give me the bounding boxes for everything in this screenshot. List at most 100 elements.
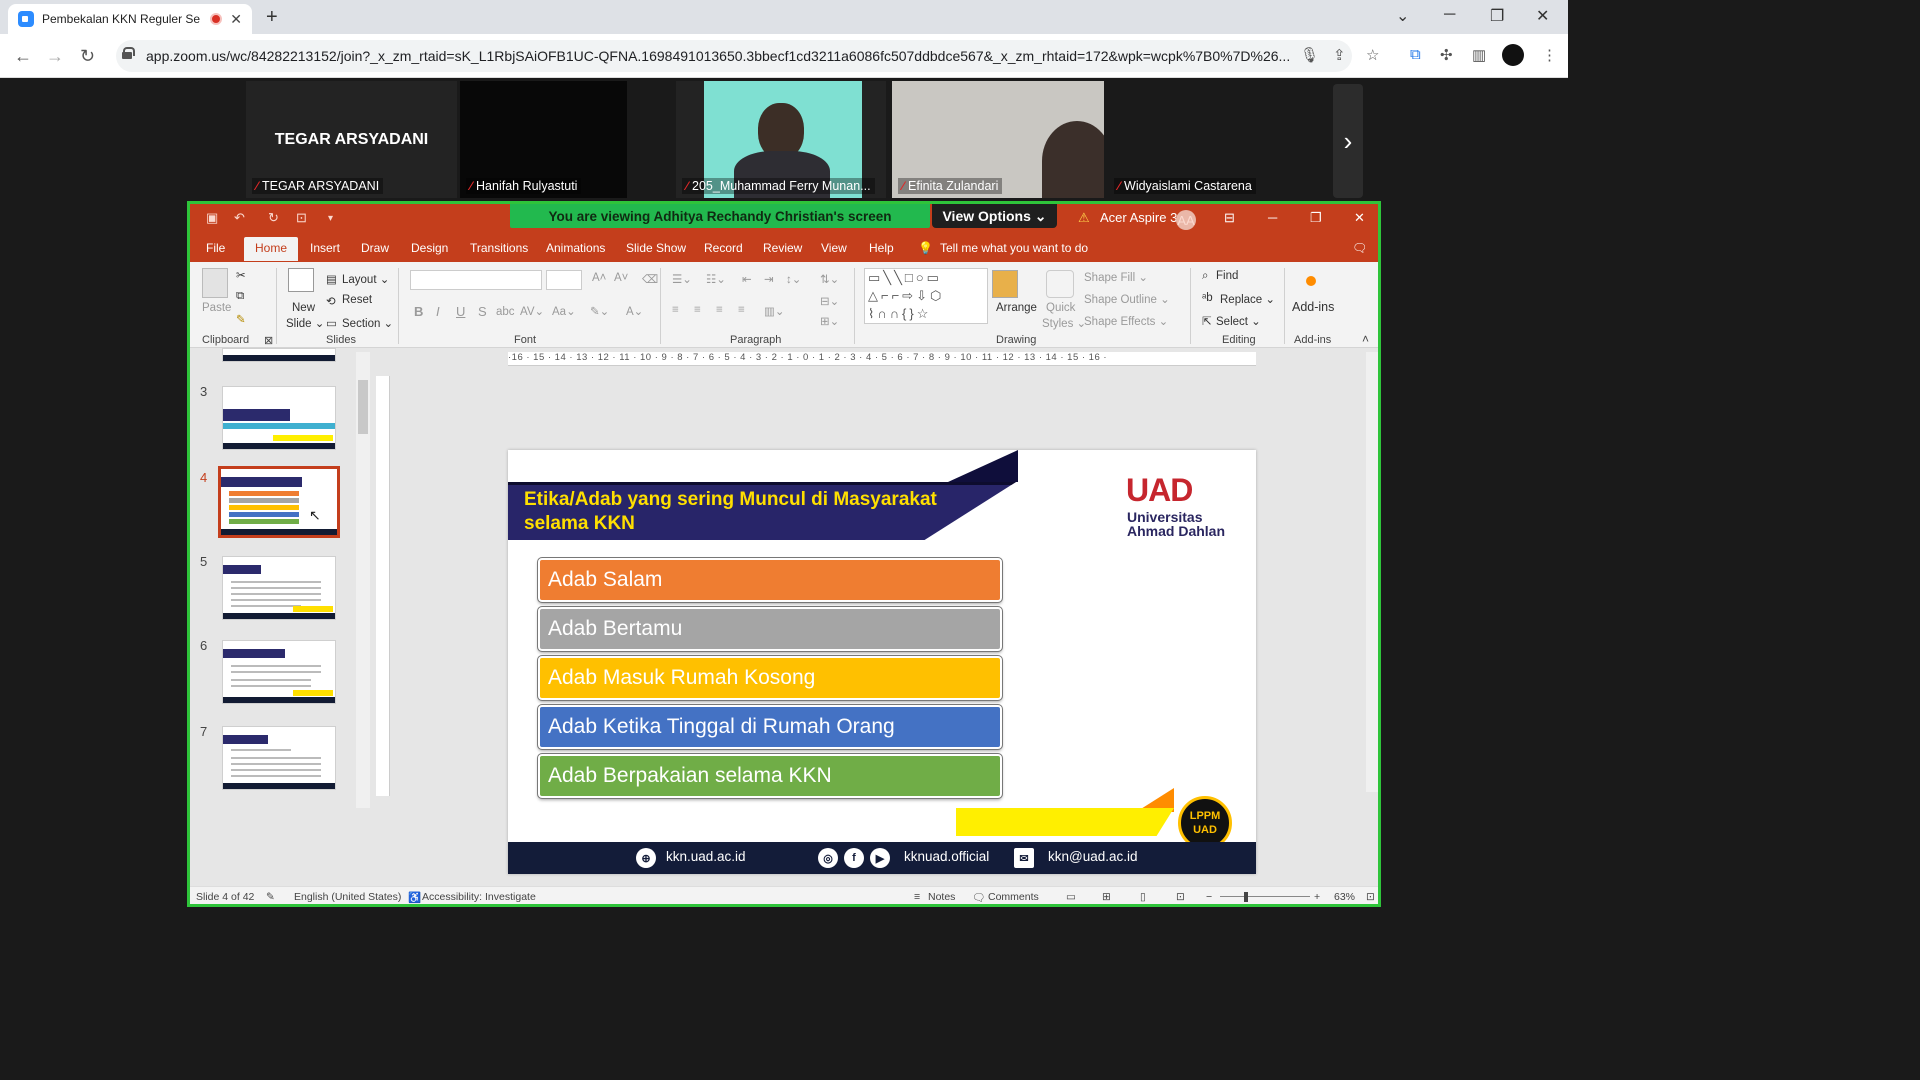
window-close-button[interactable]: ✕ xyxy=(1536,6,1549,26)
align-right-icon[interactable]: ≡ xyxy=(716,304,723,316)
extension-icon[interactable]: ⧉ xyxy=(1410,46,1421,63)
tab-file[interactable]: File xyxy=(206,241,225,255)
slide-canvas[interactable]: Etika/Adab yang sering Muncul di Masyara… xyxy=(508,450,1256,874)
extensions-puzzle-icon[interactable]: ✣ xyxy=(1440,46,1453,64)
participant-tile[interactable]: ⁄ Hanifah Rulyastuti xyxy=(460,81,627,198)
language-status[interactable]: English (United States) xyxy=(294,891,401,903)
align-text-icon[interactable]: ⊟⌄ xyxy=(820,294,839,308)
list-item[interactable]: Adab Ketika Tinggal di Rumah Orang xyxy=(537,704,1003,750)
comments-button[interactable]: Comments xyxy=(988,891,1039,903)
list-item[interactable]: Adab Bertamu xyxy=(537,606,1003,652)
reading-view-icon[interactable]: ▯ xyxy=(1140,891,1146,903)
ribbon-display-icon[interactable]: ⊟ xyxy=(1224,210,1235,226)
quick-styles-icon[interactable] xyxy=(1046,270,1074,298)
font-color-icon[interactable]: A⌄ xyxy=(626,304,643,318)
smartart-icon[interactable]: ⊞⌄ xyxy=(820,314,839,328)
italic-icon[interactable]: I xyxy=(436,304,440,319)
addins-button[interactable]: Add-ins xyxy=(1292,300,1334,314)
tab-design[interactable]: Design xyxy=(411,241,448,255)
select-button[interactable]: Select ⌄ xyxy=(1216,314,1261,328)
increase-indent-icon[interactable]: ⇥ xyxy=(764,272,774,286)
decrease-indent-icon[interactable]: ⇤ xyxy=(742,272,752,286)
addins-icon[interactable] xyxy=(1306,276,1316,286)
strikethrough-icon[interactable]: abc xyxy=(496,306,515,318)
zoom-in-button[interactable]: + xyxy=(1314,891,1320,903)
account-avatar[interactable]: AA xyxy=(1176,210,1196,230)
font-size-box[interactable] xyxy=(546,270,582,290)
arrange-button[interactable]: Arrange xyxy=(996,302,1037,314)
format-painter-icon[interactable]: ✎ xyxy=(236,312,246,326)
list-item[interactable]: Adab Masuk Rumah Kosong xyxy=(537,655,1003,701)
redo-icon[interactable]: ↻ xyxy=(268,210,279,226)
thumbnails-scrollbar[interactable] xyxy=(356,352,370,808)
shape-outline-button[interactable]: Shape Outline ⌄ xyxy=(1084,292,1170,306)
quick-styles-button[interactable]: Quick xyxy=(1046,302,1075,314)
paste-icon[interactable] xyxy=(202,268,228,298)
maximize-button[interactable]: ❐ xyxy=(1490,6,1504,26)
spellcheck-icon[interactable]: ✎ xyxy=(266,891,275,903)
slide-scrollbar[interactable] xyxy=(1366,352,1378,792)
shadow-icon[interactable]: S xyxy=(478,304,487,319)
shapes-gallery[interactable]: ▭╲╲□○▭ △⌐⌐⇨⇩⬡ ⌇∩∩{}☆ xyxy=(864,268,988,324)
reset-button[interactable]: Reset xyxy=(342,294,372,306)
normal-view-icon[interactable]: ▭ xyxy=(1066,891,1076,903)
quick-styles-dropdown[interactable]: Styles ⌄ xyxy=(1042,316,1086,330)
tab-help[interactable]: Help xyxy=(869,241,894,255)
paste-button[interactable]: Paste xyxy=(202,302,231,314)
tab-view[interactable]: View xyxy=(821,241,847,255)
profile-avatar[interactable] xyxy=(1502,44,1524,66)
present-icon[interactable]: ⊡ xyxy=(296,210,307,226)
view-options-button[interactable]: View Options ⌄ xyxy=(932,204,1057,228)
ppt-minimize-icon[interactable]: ─ xyxy=(1268,210,1277,225)
zoom-level[interactable]: 63% xyxy=(1334,891,1355,903)
grow-font-icon[interactable]: A˄ xyxy=(592,272,606,284)
undo-icon[interactable]: ↶ xyxy=(234,210,245,226)
new-tab-button[interactable]: + xyxy=(266,6,278,29)
align-left-icon[interactable]: ≡ xyxy=(672,304,679,316)
zoom-slider[interactable] xyxy=(1220,896,1310,897)
zoom-out-button[interactable]: − xyxy=(1206,891,1212,903)
tell-me-search[interactable]: Tell me what you want to do xyxy=(940,241,1088,255)
find-button[interactable]: Find xyxy=(1216,270,1238,282)
highlight-icon[interactable]: ✎⌄ xyxy=(590,304,609,318)
participant-tile[interactable]: ⁄ Efinita Zulandari xyxy=(892,81,1104,198)
share-icon[interactable]: ⇪ xyxy=(1333,46,1346,64)
comments-icon[interactable]: 🗨 xyxy=(1352,241,1367,255)
minimize-button[interactable]: ─ xyxy=(1444,6,1455,24)
slideshow-icon[interactable]: ⊡ xyxy=(1176,891,1185,903)
tab-insert[interactable]: Insert xyxy=(310,241,340,255)
slide-title[interactable]: Etika/Adab yang sering Muncul di Masyara… xyxy=(524,488,994,536)
shrink-font-icon[interactable]: A˅ xyxy=(614,272,628,284)
microphone-icon[interactable]: 🎙 xyxy=(1300,46,1319,64)
fit-slide-icon[interactable]: ⊡ xyxy=(1366,891,1375,903)
save-icon[interactable]: ▣ xyxy=(206,210,218,226)
columns-icon[interactable]: ▥⌄ xyxy=(764,304,785,318)
align-center-icon[interactable]: ≡ xyxy=(694,304,701,316)
list-item[interactable]: Adab Berpakaian selama KKN xyxy=(537,753,1003,799)
side-panel-icon[interactable]: ▥ xyxy=(1472,46,1486,64)
numbering-icon[interactable]: ☷⌄ xyxy=(706,272,726,286)
shape-effects-button[interactable]: Shape Effects ⌄ xyxy=(1084,314,1168,328)
section-button[interactable]: Section ⌄ xyxy=(342,316,393,330)
forward-button[interactable]: → xyxy=(46,46,64,67)
notes-button[interactable]: Notes xyxy=(928,891,955,903)
slide-thumbnail[interactable] xyxy=(222,726,336,790)
slide-sorter-icon[interactable]: ⊞ xyxy=(1102,891,1111,903)
back-button[interactable]: ← xyxy=(14,46,32,67)
ppt-close-icon[interactable]: ✕ xyxy=(1354,210,1365,226)
clear-format-icon[interactable]: ⌫ xyxy=(642,272,658,286)
line-spacing-icon[interactable]: ↕⌄ xyxy=(786,272,801,286)
new-slide-dropdown[interactable]: Slide ⌄ xyxy=(286,316,324,330)
tab-slide-show[interactable]: Slide Show xyxy=(626,241,686,255)
text-direction-icon[interactable]: ⇅⌄ xyxy=(820,272,839,286)
ppt-restore-icon[interactable]: ❐ xyxy=(1310,210,1322,226)
reload-button[interactable]: ↻ xyxy=(80,46,95,67)
browser-menu-icon[interactable]: ⋮ xyxy=(1542,46,1557,64)
list-item[interactable]: Adab Salam xyxy=(537,557,1003,603)
tab-search-icon[interactable]: ⌄ xyxy=(1396,6,1409,26)
tab-transitions[interactable]: Transitions xyxy=(470,241,528,255)
slide-thumbnail-current[interactable]: ↖ xyxy=(218,466,340,538)
zoom-slider-thumb[interactable] xyxy=(1244,892,1248,902)
slide-thumbnail[interactable] xyxy=(222,348,336,362)
collapse-ribbon-icon[interactable]: ˄ xyxy=(1362,332,1369,346)
